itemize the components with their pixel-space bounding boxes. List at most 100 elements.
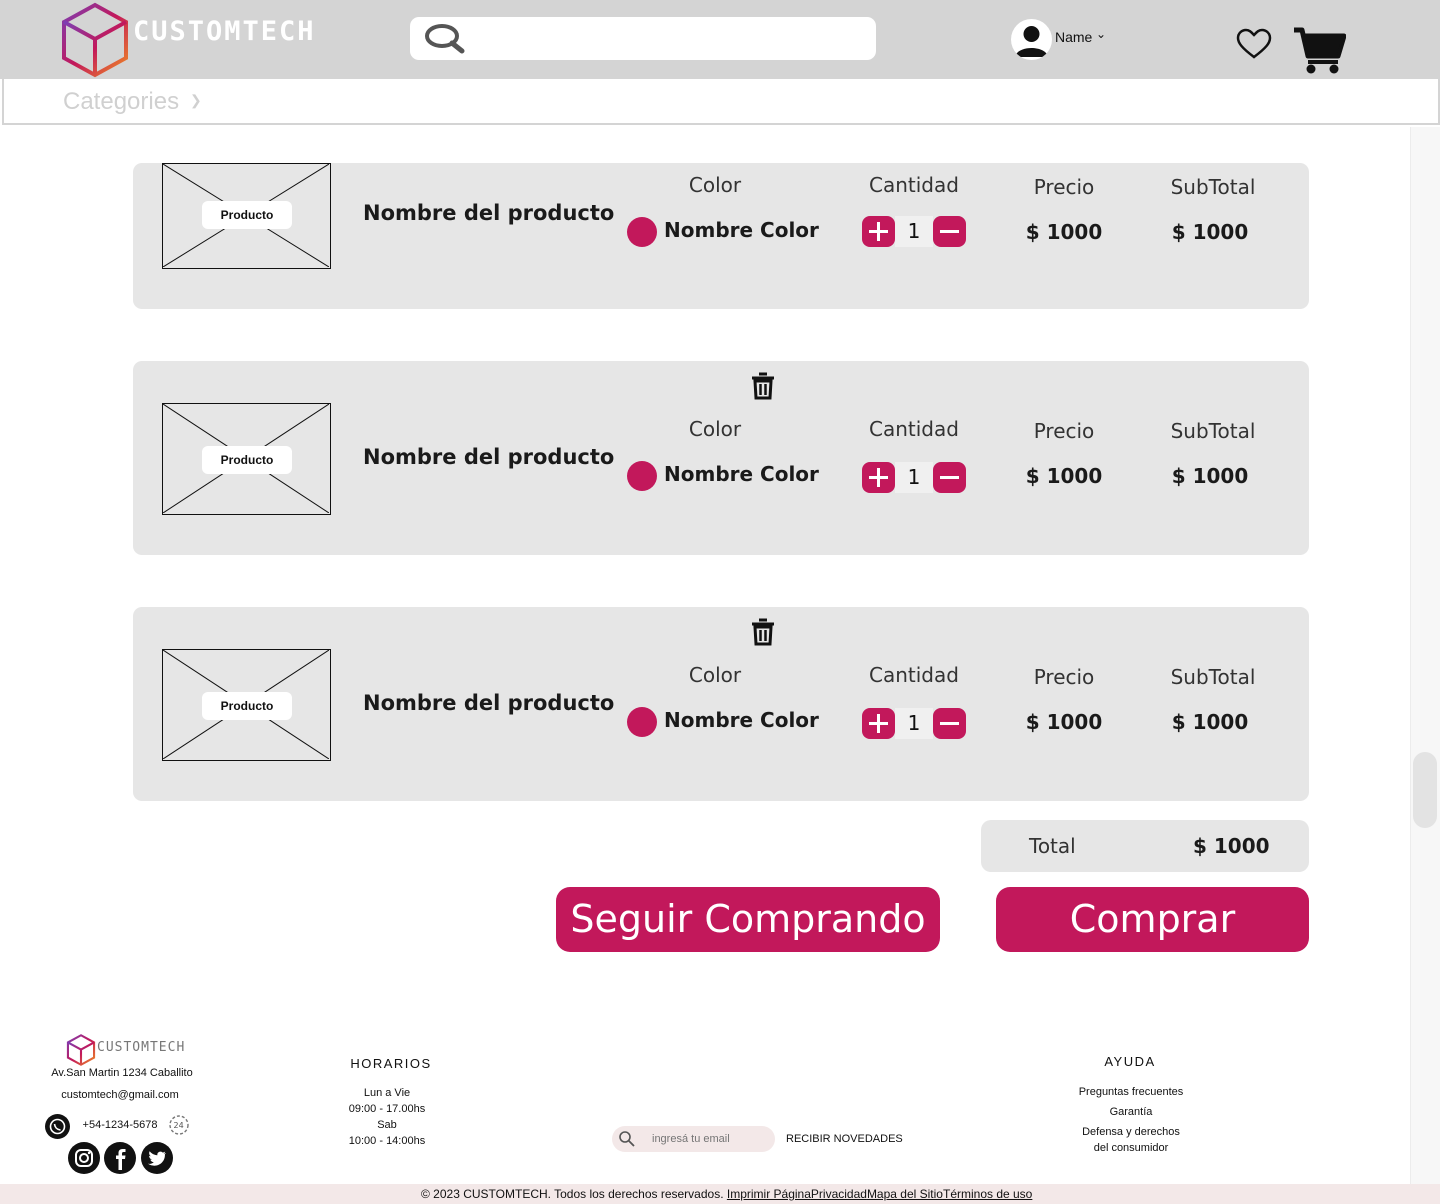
color-header: Color <box>688 173 742 197</box>
copyright-line: © 2023 CUSTOMTECH. Todos los derechos re… <box>421 1187 1032 1201</box>
hours-saturday: Sab <box>377 1119 397 1131</box>
privacy-link[interactable]: Privacidad <box>811 1187 867 1201</box>
footer-email[interactable]: customtech@gmail.com <box>42 1089 198 1101</box>
price-header: Precio <box>1033 665 1095 689</box>
item-subtotal: $ 1000 <box>1171 220 1249 244</box>
search-bar[interactable] <box>410 17 876 60</box>
quantity-stepper: 1 <box>862 216 966 247</box>
product-image-label: Producto <box>202 201 292 229</box>
cart-icon[interactable] <box>1292 26 1346 74</box>
facebook-icon[interactable] <box>104 1142 136 1174</box>
cart-item: Producto Nombre del producto Color Canti… <box>133 163 1309 309</box>
instagram-icon[interactable] <box>68 1142 100 1174</box>
price-header: Precio <box>1033 175 1095 199</box>
item-subtotal: $ 1000 <box>1171 464 1249 488</box>
subtotal-header: SubTotal <box>1170 419 1256 443</box>
cart-total: Total $ 1000 <box>981 820 1309 872</box>
help-faq-link[interactable]: Preguntas frecuentes <box>1056 1086 1206 1098</box>
scrollbar-track[interactable] <box>1410 127 1440 1204</box>
print-page-link[interactable]: Imprimir Página <box>727 1187 811 1201</box>
help-warranty-link[interactable]: Garantía <box>1056 1106 1206 1118</box>
cart-item: Producto Nombre del producto Color Canti… <box>133 361 1309 555</box>
help-title: AYUDA <box>1104 1054 1156 1069</box>
increase-quantity-button[interactable] <box>862 216 895 247</box>
hours-title: HORARIOS <box>350 1056 432 1071</box>
search-input[interactable] <box>472 23 862 53</box>
buy-button[interactable]: Comprar <box>996 887 1309 952</box>
total-value: $ 1000 <box>1193 834 1270 858</box>
product-name: Nombre del producto <box>363 445 615 469</box>
trash-icon[interactable] <box>750 618 776 646</box>
chevron-down-icon[interactable]: ⌄ <box>1096 27 1106 41</box>
sitemap-link[interactable]: Mapa del Sitio <box>867 1187 943 1201</box>
whatsapp-icon[interactable] <box>45 1114 70 1139</box>
footer-brand: CUSTOMTECH <box>97 1040 186 1055</box>
newsletter-field[interactable] <box>612 1126 775 1152</box>
continue-shopping-button[interactable]: Seguir Comprando <box>556 887 940 952</box>
color-name: Nombre Color <box>664 708 819 732</box>
terms-link[interactable]: Términos de uso <box>943 1187 1032 1201</box>
product-image[interactable]: Producto <box>162 649 331 761</box>
svg-text:24: 24 <box>174 1121 184 1130</box>
cart-page: CUSTOMTECH Name ⌄ Categories ❯ Producto … <box>0 0 1440 1204</box>
color-swatch <box>627 707 657 737</box>
24h-support-icon: 24 <box>169 1115 189 1135</box>
product-image-label: Producto <box>202 692 292 720</box>
decrease-quantity-button[interactable] <box>933 216 966 247</box>
item-price: $ 1000 <box>1025 464 1103 488</box>
quantity-value[interactable]: 1 <box>895 462 933 493</box>
color-name: Nombre Color <box>664 218 819 242</box>
item-price: $ 1000 <box>1025 710 1103 734</box>
heart-icon[interactable] <box>1236 28 1272 60</box>
increase-quantity-button[interactable] <box>862 462 895 493</box>
user-name[interactable]: Name <box>1055 29 1092 45</box>
quantity-value[interactable]: 1 <box>895 216 933 247</box>
product-image[interactable]: Producto <box>162 403 331 515</box>
logo-cube-icon[interactable] <box>60 2 130 78</box>
decrease-quantity-button[interactable] <box>933 462 966 493</box>
product-image-label: Producto <box>202 446 292 474</box>
categories-dropdown[interactable]: Categories <box>63 88 179 116</box>
color-swatch <box>627 217 657 247</box>
hours-weekdays-time: 09:00 - 17.00hs <box>348 1103 426 1115</box>
footer-phone: +54-1234-5678 <box>82 1119 158 1131</box>
top-navbar: CUSTOMTECH Name ⌄ <box>0 0 1440 79</box>
help-consumer-rights-link-line2[interactable]: del consumidor <box>1056 1142 1206 1154</box>
product-image[interactable]: Producto <box>162 163 331 269</box>
footer-address: Av.San Martin 1234 Caballito <box>51 1067 193 1079</box>
chevron-down-icon[interactable]: ❯ <box>190 92 202 109</box>
scrollbar-thumb[interactable] <box>1413 752 1437 828</box>
user-icon <box>1015 26 1048 57</box>
trash-icon[interactable] <box>750 372 776 400</box>
copyright-text: © 2023 CUSTOMTECH. Todos los derechos re… <box>421 1187 724 1201</box>
decrease-quantity-button[interactable] <box>933 708 966 739</box>
help-consumer-rights-link[interactable]: Defensa y derechos <box>1056 1126 1206 1138</box>
quantity-header: Cantidad <box>869 663 959 687</box>
quantity-value[interactable]: 1 <box>895 708 933 739</box>
search-icon[interactable] <box>424 23 466 55</box>
price-header: Precio <box>1033 419 1095 443</box>
newsletter-email-input[interactable] <box>652 1129 768 1149</box>
color-swatch <box>627 461 657 491</box>
brand-name: CUSTOMTECH <box>133 16 316 47</box>
newsletter-subscribe-button[interactable]: RECIBIR NOVEDADES <box>786 1133 903 1145</box>
item-subtotal: $ 1000 <box>1171 710 1249 734</box>
user-menu[interactable]: Name ⌄ <box>1011 19 1121 61</box>
hours-saturday-time: 10:00 - 14:00hs <box>348 1135 426 1147</box>
categories-bar: Categories ❯ <box>2 79 1440 125</box>
search-icon <box>619 1131 635 1147</box>
quantity-header: Cantidad <box>869 173 959 197</box>
total-label: Total <box>1029 834 1076 858</box>
color-header: Color <box>688 663 742 687</box>
cart-item: Producto Nombre del producto Color Canti… <box>133 607 1309 801</box>
avatar[interactable] <box>1011 19 1052 60</box>
quantity-header: Cantidad <box>869 417 959 441</box>
hours-weekdays: Lun a Vie <box>363 1087 411 1099</box>
color-header: Color <box>688 417 742 441</box>
increase-quantity-button[interactable] <box>862 708 895 739</box>
color-name: Nombre Color <box>664 462 819 486</box>
twitter-icon[interactable] <box>141 1142 173 1174</box>
product-name: Nombre del producto <box>363 691 615 715</box>
footer-logo-icon[interactable] <box>66 1034 96 1066</box>
copyright-bar: © 2023 CUSTOMTECH. Todos los derechos re… <box>0 1184 1440 1204</box>
